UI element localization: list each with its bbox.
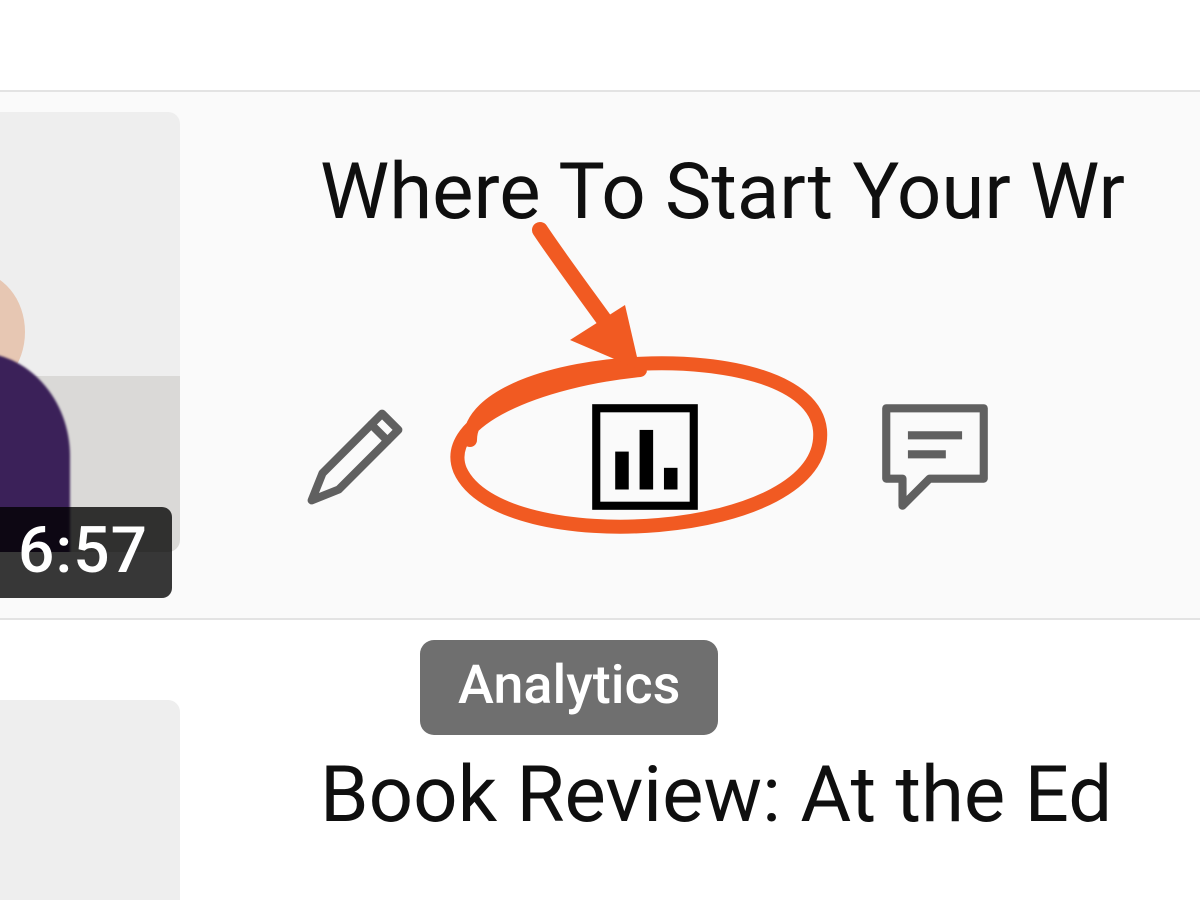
pencil-icon xyxy=(290,392,420,522)
edit-button[interactable] xyxy=(290,392,420,522)
video-row: Book Review: At the Ed xyxy=(0,700,1200,900)
video-thumbnail[interactable] xyxy=(0,112,180,552)
video-duration-badge: 6:57 xyxy=(0,507,172,598)
video-title[interactable]: Where To Start Your Wr xyxy=(320,147,1125,238)
comment-icon xyxy=(870,392,1000,522)
analytics-button[interactable] xyxy=(580,392,710,522)
video-action-bar xyxy=(290,392,1000,522)
video-thumbnail[interactable] xyxy=(0,700,180,900)
video-title[interactable]: Book Review: At the Ed xyxy=(320,750,1112,841)
bar-chart-icon xyxy=(580,392,710,522)
video-row: 6:57 Where To Start Your Wr xyxy=(0,90,1200,620)
comments-button[interactable] xyxy=(870,392,1000,522)
